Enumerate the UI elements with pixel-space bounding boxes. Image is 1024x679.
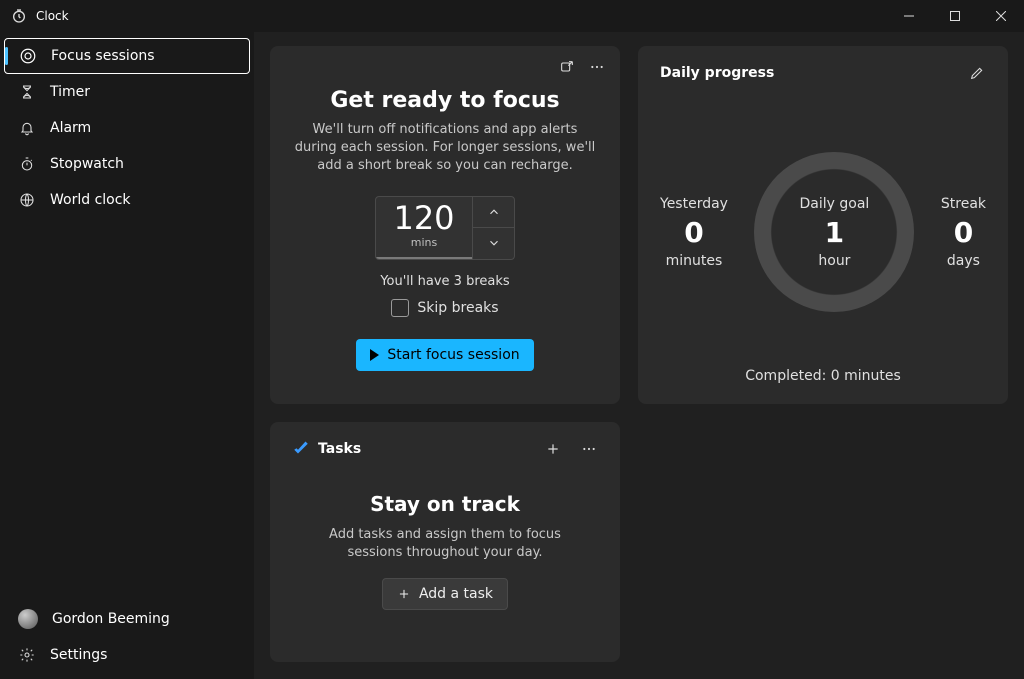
- start-focus-button[interactable]: Start focus session: [356, 339, 533, 371]
- more-icon[interactable]: [588, 58, 606, 76]
- bell-icon: [18, 119, 36, 137]
- nav-label: Timer: [50, 84, 90, 100]
- focus-title: Get ready to focus: [330, 88, 559, 113]
- nav-world-clock[interactable]: World clock: [4, 182, 250, 218]
- more-icon[interactable]: [580, 440, 598, 458]
- stat-value: 1: [825, 216, 844, 249]
- settings-label: Settings: [50, 647, 107, 663]
- add-task-label: Add a task: [419, 586, 493, 602]
- nav-alarm[interactable]: Alarm: [4, 110, 250, 146]
- hourglass-icon: [18, 83, 36, 101]
- stat-label: Streak: [941, 196, 986, 212]
- stat-value: 0: [684, 216, 703, 249]
- skip-breaks-checkbox[interactable]: [391, 299, 409, 317]
- plus-icon: [397, 587, 411, 601]
- stat-label: Yesterday: [660, 196, 728, 212]
- tasks-app-icon: [292, 440, 310, 458]
- tasks-card: Tasks Stay on track Add tasks and assign…: [270, 422, 620, 662]
- title-bar: Clock: [0, 0, 1024, 32]
- duration-unit: mins: [411, 236, 437, 249]
- nav-label: Focus sessions: [51, 48, 155, 64]
- start-focus-label: Start focus session: [387, 347, 519, 363]
- close-button[interactable]: [978, 0, 1024, 32]
- stat-yesterday: Yesterday 0 minutes: [660, 196, 728, 269]
- tasks-title: Stay on track: [370, 492, 520, 516]
- nav: Focus sessions Timer Alarm Stopwatch: [0, 38, 254, 601]
- progress-ring: Daily goal 1 hour: [754, 152, 914, 312]
- stat-value: 0: [954, 216, 973, 249]
- duration-picker[interactable]: 120 mins: [375, 196, 515, 260]
- duration-value: 120: [393, 202, 454, 234]
- stat-label: Daily goal: [800, 196, 870, 212]
- maximize-button[interactable]: [932, 0, 978, 32]
- nav-label: Alarm: [50, 120, 91, 136]
- stopwatch-icon: [18, 155, 36, 173]
- focus-icon: [19, 47, 37, 65]
- gear-icon: [18, 646, 36, 664]
- window-controls: [886, 0, 1024, 32]
- completed-text: Completed: 0 minutes: [660, 368, 986, 384]
- stat-unit: days: [947, 253, 980, 269]
- add-task-button[interactable]: Add a task: [382, 578, 508, 610]
- focus-card: Get ready to focus We'll turn off notifi…: [270, 46, 620, 404]
- skip-breaks-row[interactable]: Skip breaks: [391, 299, 498, 317]
- app-icon: [10, 7, 28, 25]
- play-icon: [370, 349, 379, 361]
- daily-progress-title: Daily progress: [660, 65, 774, 81]
- duration-decrease-button[interactable]: [472, 228, 514, 259]
- breaks-info: You'll have 3 breaks: [380, 274, 509, 289]
- account-name: Gordon Beeming: [52, 611, 170, 627]
- settings-button[interactable]: Settings: [4, 637, 250, 673]
- duration-increase-button[interactable]: [472, 197, 514, 228]
- stat-streak: Streak 0 days: [941, 196, 986, 269]
- stat-unit: hour: [818, 253, 850, 269]
- duration-display: 120 mins: [376, 197, 472, 259]
- globe-icon: [18, 191, 36, 209]
- collapse-icon[interactable]: [558, 58, 576, 76]
- title-bar-left: Clock: [10, 7, 69, 25]
- account-button[interactable]: Gordon Beeming: [4, 601, 250, 637]
- tasks-subtitle: Add tasks and assign them to focus sessi…: [315, 526, 575, 562]
- skip-breaks-label: Skip breaks: [417, 300, 498, 316]
- nav-focus-sessions[interactable]: Focus sessions: [4, 38, 250, 74]
- minimize-button[interactable]: [886, 0, 932, 32]
- avatar-icon: [18, 609, 38, 629]
- tasks-header: Tasks: [318, 441, 361, 457]
- daily-progress-card: Daily progress Yesterday 0 minutes Daily…: [638, 46, 1008, 404]
- stat-unit: minutes: [666, 253, 723, 269]
- nav-label: World clock: [50, 192, 131, 208]
- nav-stopwatch[interactable]: Stopwatch: [4, 146, 250, 182]
- edit-icon[interactable]: [968, 64, 986, 82]
- app-title: Clock: [36, 9, 69, 23]
- sidebar: Focus sessions Timer Alarm Stopwatch: [0, 32, 254, 679]
- focus-subtitle: We'll turn off notifications and app ale…: [292, 121, 598, 176]
- add-icon[interactable]: [544, 440, 562, 458]
- nav-timer[interactable]: Timer: [4, 74, 250, 110]
- nav-label: Stopwatch: [50, 156, 124, 172]
- main-content: Get ready to focus We'll turn off notifi…: [254, 32, 1024, 679]
